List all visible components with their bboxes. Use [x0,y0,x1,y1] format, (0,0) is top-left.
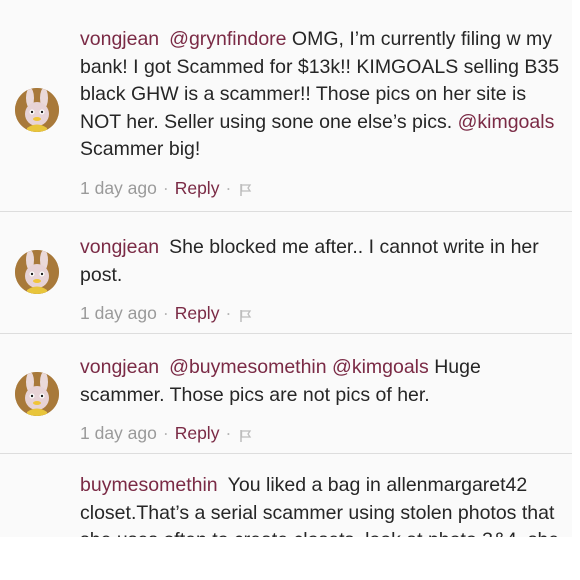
reply-button[interactable]: Reply [175,423,220,444]
reply-button[interactable]: Reply [175,303,220,324]
separator-dot: · [225,177,232,198]
separator-dot: · [162,303,169,323]
comment-text: vongjean She blocked me after.. I cannot … [80,234,560,289]
comment-text: vongjean @grynfindore OMG, I’m currently … [80,26,560,164]
comment-timestamp: 1 day ago [80,423,157,443]
comment-thread-screen: vongjean @grynfindore OMG, I’m currently … [0,0,580,580]
comment-meta: 1 day ago · Reply · [80,178,560,199]
flag-icon[interactable] [239,307,253,322]
bunny-avatar-icon[interactable] [15,372,59,416]
comment-meta: 1 day ago · Reply · [80,303,560,324]
comment-item: vongjean @grynfindore OMG, I’m currently … [0,0,572,212]
bunny-avatar-icon[interactable] [15,250,59,294]
mention-link[interactable]: @kimgoals [332,356,429,378]
comment-username[interactable]: vongjean [80,236,159,258]
comment-item: vongjean She blocked me after.. I cannot … [0,212,572,334]
mention-link[interactable]: @kimgoals [458,111,555,133]
flag-icon[interactable] [239,181,253,196]
comment-item: buymesomethin You liked a bag in allenmar… [0,454,572,537]
comment-text: vongjean @buymesomethin @kimgoals Huge sc… [80,354,560,409]
reply-button[interactable]: Reply [175,178,220,199]
comment-meta: 1 day ago · Reply · [80,423,560,444]
comment-text: buymesomethin You liked a bag in allenmar… [80,472,560,537]
bunny-avatar-icon[interactable] [15,88,59,132]
comment-thread: vongjean @grynfindore OMG, I’m currently … [0,0,572,537]
mention-link[interactable]: @buymesomethin [169,356,326,378]
comment-body: Scammer big! [80,138,201,160]
separator-dot: · [225,423,232,443]
separator-dot: · [225,303,232,323]
comment-username[interactable]: buymesomethin [80,474,218,496]
comment-username[interactable]: vongjean [80,356,159,378]
separator-dot: · [162,177,169,198]
bottom-margin [0,537,580,580]
comment-timestamp: 1 day ago [80,303,157,323]
comment-timestamp: 1 day ago [80,177,157,198]
comment-item: vongjean @buymesomethin @kimgoals Huge sc… [0,334,572,454]
separator-dot: · [162,423,169,443]
mention-link[interactable]: @grynfindore [169,28,286,50]
comment-username[interactable]: vongjean [80,28,159,50]
flag-icon[interactable] [239,427,253,442]
